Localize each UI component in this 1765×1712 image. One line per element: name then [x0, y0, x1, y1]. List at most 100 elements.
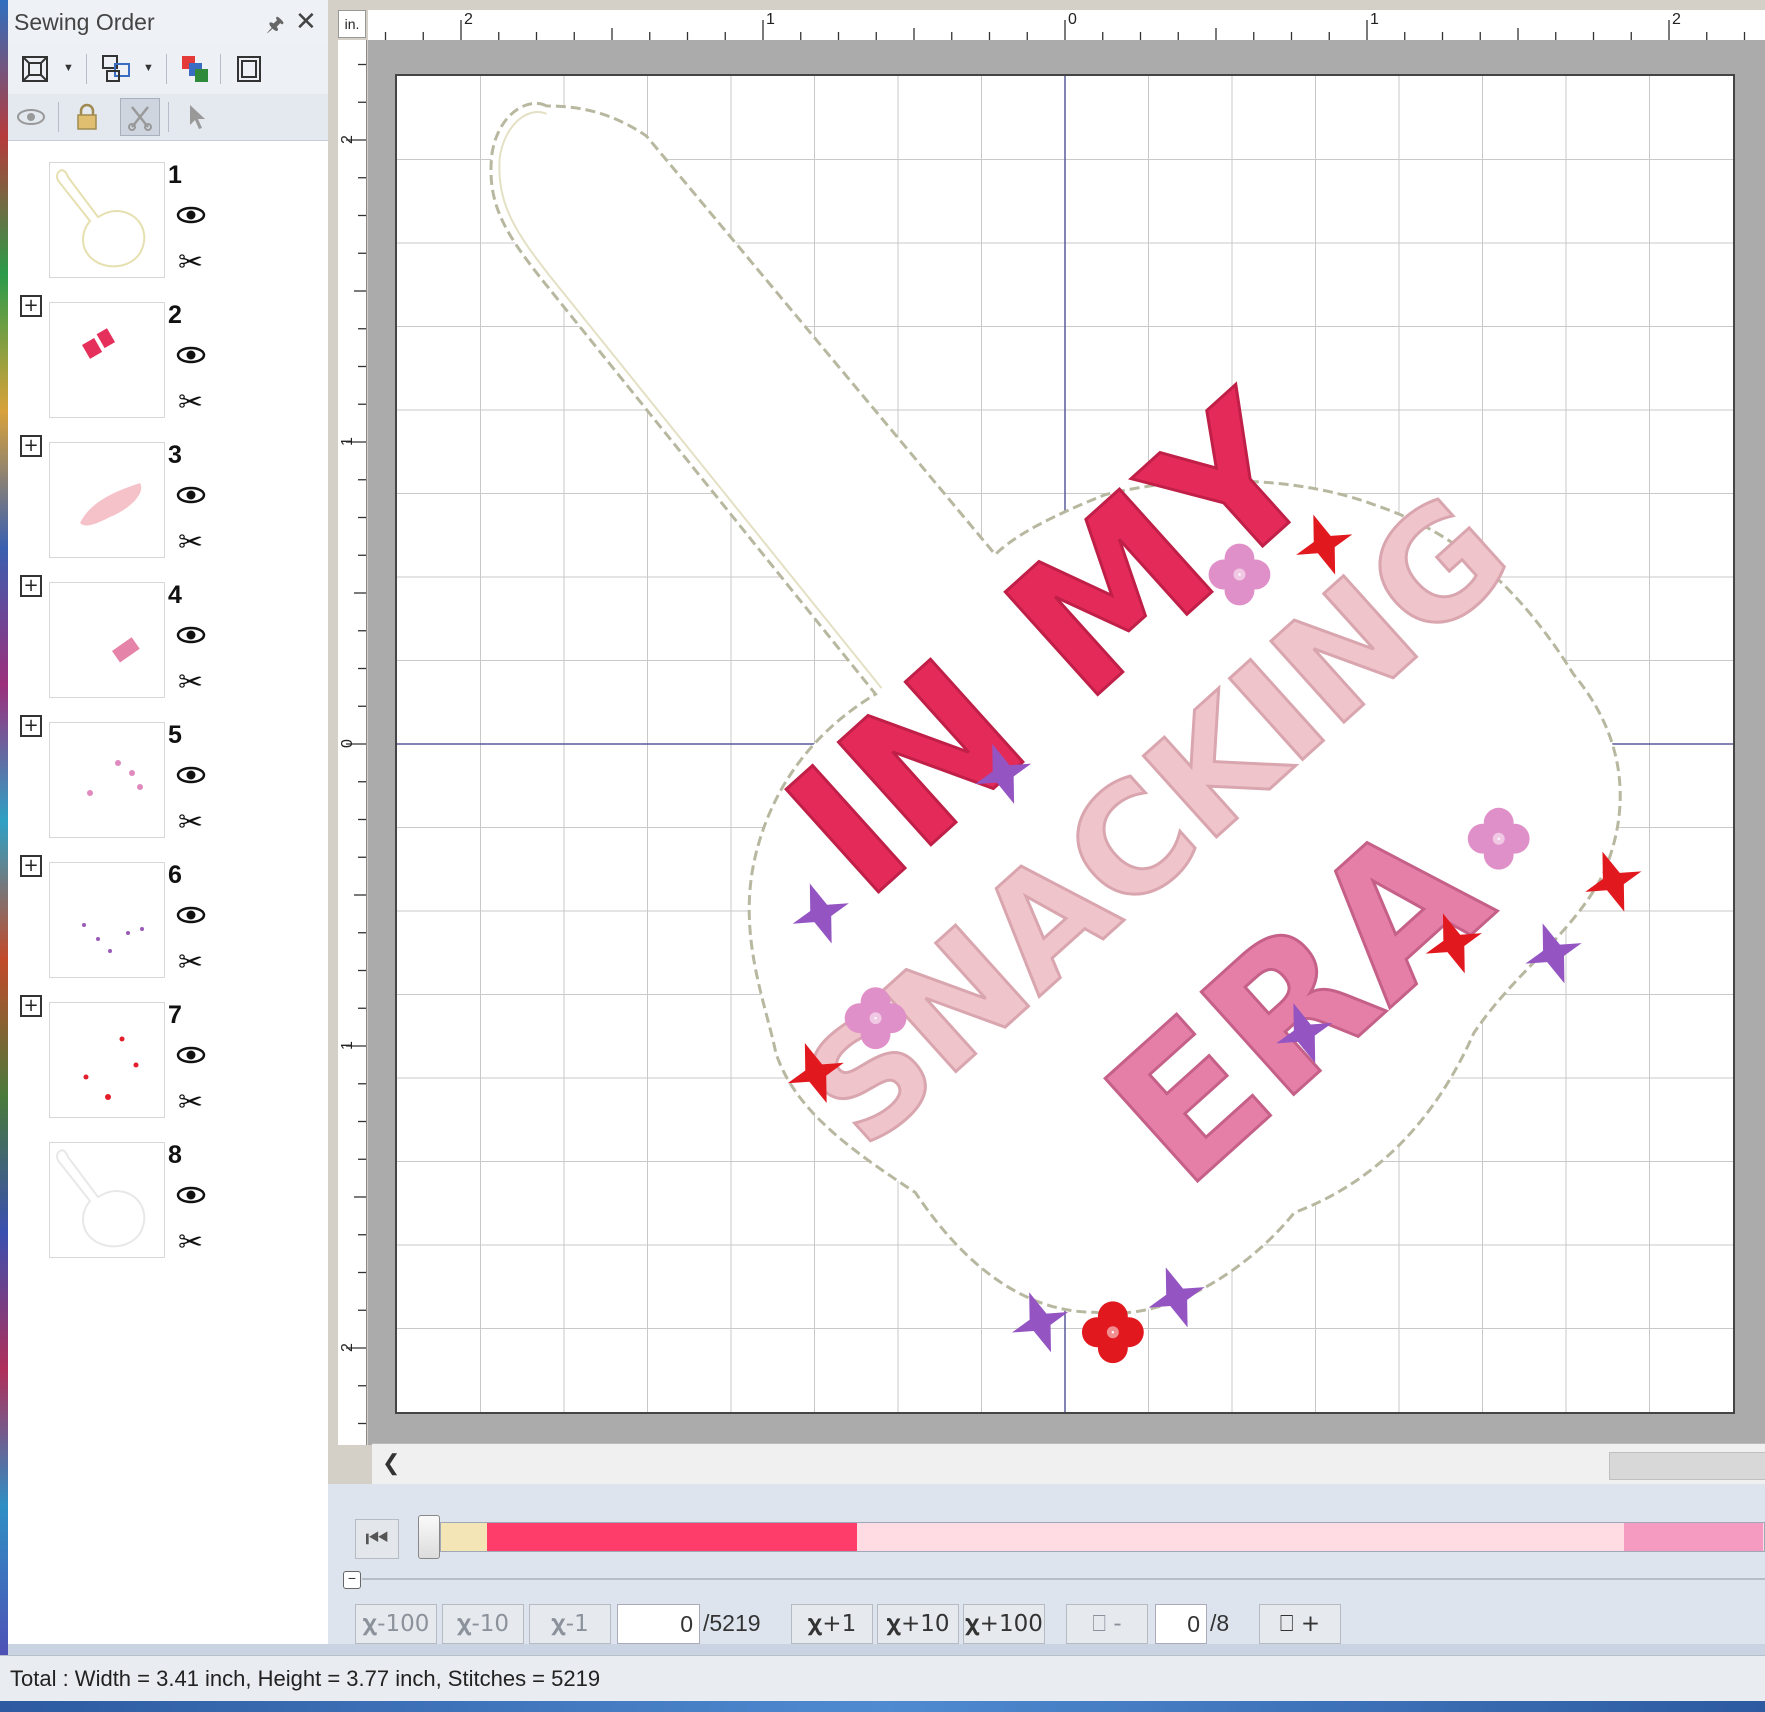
- object-thumbnail[interactable]: [49, 862, 165, 978]
- scissors-icon[interactable]: ✂: [178, 665, 203, 700]
- taskbar-strip: [0, 1701, 1765, 1712]
- hoop-icon: ⎕: [1279, 1611, 1294, 1637]
- sewing-order-item[interactable]: +5 ✂: [8, 701, 328, 841]
- stitch-number-input[interactable]: 0: [617, 1604, 700, 1644]
- color-sort-button[interactable]: [176, 51, 214, 87]
- sewing-order-item[interactable]: +4 ✂: [8, 561, 328, 701]
- scrollbar-thumb[interactable]: [1609, 1452, 1765, 1480]
- sewing-order-list: 1 ✂ +2 ✂ +3 ✂ +4 ✂ +5 ✂ +6 ✂ +7 ✂ 8 ✂: [8, 141, 328, 1644]
- eye-icon[interactable]: [176, 205, 206, 230]
- lock-button[interactable]: [68, 99, 106, 135]
- design-canvas[interactable]: IN MY SNACKING ERA: [395, 74, 1735, 1414]
- color-bar-segment[interactable]: [441, 1523, 487, 1551]
- expand-icon[interactable]: +: [20, 715, 42, 737]
- chevron-down-icon[interactable]: ▼: [143, 62, 154, 74]
- stitch-minus-1-label: -1: [565, 1611, 589, 1637]
- eye-icon[interactable]: [176, 345, 206, 370]
- stitch-plus-10-button[interactable]: 𝛘+10: [877, 1604, 959, 1644]
- color-bar-segment[interactable]: [487, 1523, 857, 1551]
- item-number: 3: [168, 441, 182, 469]
- chevron-down-icon[interactable]: ▼: [63, 62, 74, 74]
- expand-icon[interactable]: +: [20, 995, 42, 1017]
- color-next-label: +: [1300, 1611, 1321, 1637]
- scissors-icon[interactable]: ✂: [178, 1225, 203, 1260]
- color-next-button[interactable]: ⎕ +: [1259, 1604, 1341, 1644]
- group-button[interactable]: [98, 51, 136, 87]
- sewing-order-item[interactable]: 1 ✂: [8, 141, 328, 281]
- stitch-minus-10-button[interactable]: 𝛘-10: [442, 1604, 524, 1644]
- sewing-order-item[interactable]: +3 ✂: [8, 421, 328, 561]
- scissors-icon[interactable]: ✂: [178, 1085, 203, 1120]
- stitch-plus-1-button[interactable]: 𝛘+1: [791, 1604, 873, 1644]
- sewing-order-item[interactable]: 8 ✂: [8, 1121, 328, 1261]
- scissors-icon[interactable]: ✂: [178, 245, 203, 280]
- go-to-first-button[interactable]: ⏮︎: [355, 1519, 399, 1559]
- scissors-mode-button[interactable]: [120, 98, 160, 136]
- color-bar-segment[interactable]: [1624, 1523, 1763, 1551]
- stitch-slider-handle[interactable]: [418, 1515, 440, 1559]
- thread-color-bar[interactable]: [440, 1522, 1765, 1552]
- expand-icon[interactable]: +: [20, 295, 42, 317]
- desktop-background-strip: [0, 0, 8, 1712]
- scissors-icon[interactable]: ✂: [178, 805, 203, 840]
- horizontal-scrollbar[interactable]: ❮: [372, 1443, 1765, 1484]
- sewing-order-panel: Sewing Order 🖈︎ ✕ ▼ ▼ 1 ✂ + 2 ✂ + 3 ✂ + …: [8, 0, 329, 1644]
- eye-icon[interactable]: [176, 765, 206, 790]
- select-button[interactable]: [178, 99, 216, 135]
- fit-view-icon: [22, 56, 48, 82]
- panel-toolbar-top: ▼ ▼: [8, 44, 328, 94]
- fit-view-button[interactable]: [16, 51, 54, 87]
- item-number: 4: [168, 581, 182, 609]
- object-thumbnail[interactable]: [49, 442, 165, 558]
- color-previous-button[interactable]: ⎕ -: [1066, 1604, 1148, 1644]
- object-thumbnail[interactable]: [49, 302, 165, 418]
- zoom-slider-track[interactable]: [362, 1578, 1765, 1580]
- separator: [220, 54, 221, 84]
- expand-icon[interactable]: +: [20, 855, 42, 877]
- eye-icon[interactable]: [176, 905, 206, 930]
- scissors-icon[interactable]: ✂: [178, 385, 203, 420]
- stitch-plus-100-button[interactable]: 𝛘+100: [963, 1604, 1045, 1644]
- object-thumbnail[interactable]: [49, 582, 165, 698]
- expand-icon[interactable]: +: [20, 435, 42, 457]
- close-icon[interactable]: ✕: [295, 6, 317, 37]
- eye-icon[interactable]: [176, 485, 206, 510]
- scroll-left-icon[interactable]: ❮: [382, 1450, 400, 1476]
- needle-icon: 𝛘: [807, 1611, 823, 1637]
- sewing-order-item[interactable]: +2 ✂: [8, 281, 328, 421]
- scissors-icon[interactable]: ✂: [178, 945, 203, 980]
- ruler-label: 0: [339, 739, 356, 748]
- expand-icon[interactable]: +: [20, 575, 42, 597]
- sewing-order-item[interactable]: +6 ✂: [8, 841, 328, 981]
- needle-icon: 𝛘: [965, 1611, 980, 1637]
- scissors-icon[interactable]: ✂: [178, 525, 203, 560]
- eye-icon[interactable]: [176, 1045, 206, 1070]
- eye-icon[interactable]: [176, 1185, 206, 1210]
- needle-icon: 𝛘: [551, 1611, 566, 1637]
- stitch-plus-100-label: +100: [979, 1611, 1043, 1637]
- ruler-label: 2: [464, 11, 473, 28]
- object-thumbnail[interactable]: [49, 1142, 165, 1258]
- stitch-minus-1-button[interactable]: 𝛘-1: [529, 1604, 611, 1644]
- zoom-out-button[interactable]: −: [343, 1571, 361, 1589]
- group-icon: [102, 55, 130, 82]
- stitch-minus-100-label: -100: [377, 1611, 430, 1637]
- status-text: Total : Width = 3.41 inch, Height = 3.77…: [10, 1666, 601, 1691]
- object-thumbnail[interactable]: [49, 722, 165, 838]
- pin-icon[interactable]: 🖈︎: [266, 10, 285, 44]
- vertical-ruler: 2 1 0 1 2: [338, 40, 367, 1445]
- stitch-minus-100-button[interactable]: 𝛘-100: [355, 1604, 437, 1644]
- separator: [168, 102, 169, 132]
- object-thumbnail[interactable]: [49, 162, 165, 278]
- sewing-order-item[interactable]: +7 ✂: [8, 981, 328, 1121]
- object-thumbnail[interactable]: [49, 1002, 165, 1118]
- item-number: 6: [168, 861, 182, 889]
- ruler-label: 2: [339, 1343, 356, 1352]
- color-number-input[interactable]: 0: [1155, 1604, 1207, 1644]
- stitch-total: /5219: [703, 1610, 761, 1636]
- hoop-button[interactable]: [230, 51, 268, 87]
- hoop-icon: [237, 56, 261, 82]
- eye-icon[interactable]: [176, 625, 206, 650]
- color-bar-segment[interactable]: [857, 1523, 1624, 1551]
- visibility-toggle-button[interactable]: [12, 99, 50, 135]
